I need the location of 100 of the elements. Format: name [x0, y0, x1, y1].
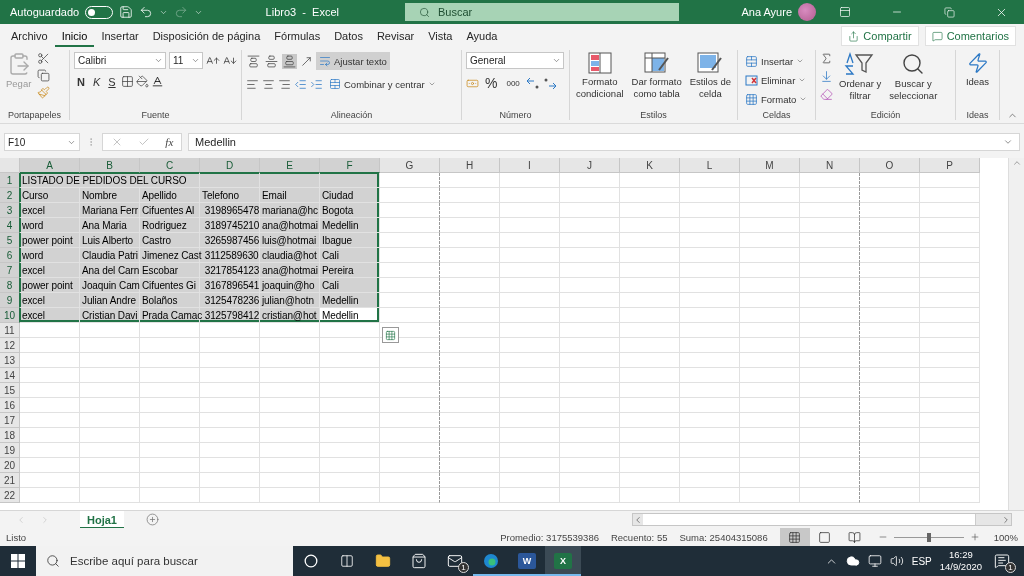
table-cell[interactable]: [800, 278, 860, 293]
table-cell[interactable]: Ibague: [320, 233, 380, 248]
table-cell[interactable]: [800, 413, 860, 428]
select-all-corner[interactable]: [0, 158, 20, 173]
table-cell[interactable]: [380, 173, 440, 188]
taskbar-app-button[interactable]: 1: [437, 546, 473, 576]
save-icon[interactable]: [119, 5, 134, 19]
clock[interactable]: 16:29 14/9/2020: [939, 548, 982, 574]
percent-button[interactable]: %: [482, 75, 501, 91]
table-cell[interactable]: [380, 293, 440, 308]
menu-tab[interactable]: Ayuda: [459, 25, 505, 47]
table-cell[interactable]: [800, 293, 860, 308]
column-header[interactable]: M: [740, 158, 800, 173]
table-cell[interactable]: [800, 458, 860, 473]
ideas-button[interactable]: Ideas: [963, 52, 992, 88]
table-cell[interactable]: Pereira: [320, 263, 380, 278]
table-cell[interactable]: [380, 488, 440, 503]
menu-tab[interactable]: Vista: [421, 25, 460, 47]
table-cell[interactable]: cristian@hot: [260, 308, 320, 323]
table-cell[interactable]: [800, 473, 860, 488]
row-header[interactable]: 2: [0, 188, 20, 203]
table-cell[interactable]: [800, 203, 860, 218]
search-field[interactable]: Buscar: [404, 3, 679, 21]
table-cell[interactable]: [800, 338, 860, 353]
table-cell[interactable]: [380, 473, 440, 488]
table-cell[interactable]: Prada Camac: [140, 308, 200, 323]
table-cell[interactable]: Bogota: [320, 203, 380, 218]
undo-icon[interactable]: [139, 5, 154, 19]
table-cell[interactable]: luis@hotmai: [260, 233, 320, 248]
column-header[interactable]: E: [260, 158, 320, 173]
column-header[interactable]: B: [80, 158, 140, 173]
table-cell[interactable]: 3167896541: [200, 278, 260, 293]
column-header[interactable]: I: [500, 158, 560, 173]
table-cell[interactable]: Apellido: [140, 188, 200, 203]
font-name-field[interactable]: Calibri: [74, 52, 166, 69]
row-header[interactable]: 13: [0, 353, 20, 368]
user-avatar[interactable]: [798, 3, 816, 21]
row-header[interactable]: 10: [0, 308, 20, 323]
font-style-button[interactable]: N: [74, 75, 88, 88]
table-cell[interactable]: Cali: [320, 248, 380, 263]
row-header[interactable]: 4: [0, 218, 20, 233]
table-cell[interactable]: [800, 323, 860, 338]
column-header[interactable]: D: [200, 158, 260, 173]
table-cell[interactable]: [800, 368, 860, 383]
table-cell[interactable]: Bolaños: [140, 293, 200, 308]
editing-button[interactable]: Buscar y seleccionar: [887, 52, 940, 102]
table-cell[interactable]: [380, 308, 440, 323]
menu-tab[interactable]: Inicio: [54, 25, 95, 47]
table-cell[interactable]: Rodriguez: [140, 218, 200, 233]
table-cell[interactable]: [800, 443, 860, 458]
cells-button[interactable]: Formato: [742, 90, 811, 108]
table-cell[interactable]: Ana del Carn: [80, 263, 140, 278]
table-cell[interactable]: 3189745210: [200, 218, 260, 233]
table-cell[interactable]: 3217854123: [200, 263, 260, 278]
column-header[interactable]: P: [920, 158, 980, 173]
table-cell[interactable]: ana@hotmai: [260, 218, 320, 233]
table-cell[interactable]: Luis Alberto: [80, 233, 140, 248]
table-cell[interactable]: Cristian Davi: [80, 308, 140, 323]
menu-tab[interactable]: Insertar: [94, 25, 146, 47]
row-header[interactable]: 21: [0, 473, 20, 488]
row-header[interactable]: 17: [0, 413, 20, 428]
table-cell[interactable]: [380, 353, 440, 368]
table-cell[interactable]: power point: [20, 278, 80, 293]
table-cell[interactable]: [380, 278, 440, 293]
row-header[interactable]: 1: [0, 173, 20, 188]
table-cell[interactable]: Ciudad: [320, 188, 380, 203]
table-cell[interactable]: joaquin@ho: [260, 278, 320, 293]
vertical-align-button[interactable]: [264, 53, 279, 69]
language-indicator[interactable]: ESP: [911, 555, 932, 567]
table-cell[interactable]: claudia@hot: [260, 248, 320, 263]
table-cell[interactable]: julian@hotn: [260, 293, 320, 308]
font-style-button[interactable]: K: [89, 75, 104, 88]
table-cell[interactable]: mariana@hc: [260, 203, 320, 218]
table-cell[interactable]: [800, 173, 860, 188]
table-cell[interactable]: excel: [20, 203, 80, 218]
table-cell[interactable]: Escobar: [140, 263, 200, 278]
table-cell[interactable]: 3198965478: [200, 203, 260, 218]
merge-center-button[interactable]: Combinar y centrar: [326, 75, 439, 93]
column-header[interactable]: C: [140, 158, 200, 173]
zoom-level[interactable]: 100%: [993, 531, 1018, 543]
table-cell[interactable]: Medellin: [320, 308, 380, 323]
table-cell[interactable]: Claudia Patri: [80, 248, 140, 263]
taskbar-app-button[interactable]: X: [545, 546, 581, 576]
table-cell[interactable]: [800, 233, 860, 248]
table-cell[interactable]: Cali: [320, 278, 380, 293]
table-cell[interactable]: Jimenez Cast: [140, 248, 200, 263]
table-cell[interactable]: Ana Maria: [80, 218, 140, 233]
quick-analysis-button[interactable]: [382, 327, 399, 343]
styles-button[interactable]: Formato condicional: [574, 52, 626, 100]
table-cell[interactable]: [800, 428, 860, 443]
table-cell[interactable]: [380, 428, 440, 443]
row-header[interactable]: 5: [0, 233, 20, 248]
menu-tab[interactable]: Revisar: [369, 25, 422, 47]
table-cell[interactable]: [800, 488, 860, 503]
table-cell[interactable]: Cifuentes Al: [140, 203, 200, 218]
row-header[interactable]: 16: [0, 398, 20, 413]
row-header[interactable]: 9: [0, 293, 20, 308]
table-cell[interactable]: Email: [260, 188, 320, 203]
row-header[interactable]: 12: [0, 338, 20, 353]
styles-button[interactable]: Estilos de celda: [687, 52, 733, 100]
